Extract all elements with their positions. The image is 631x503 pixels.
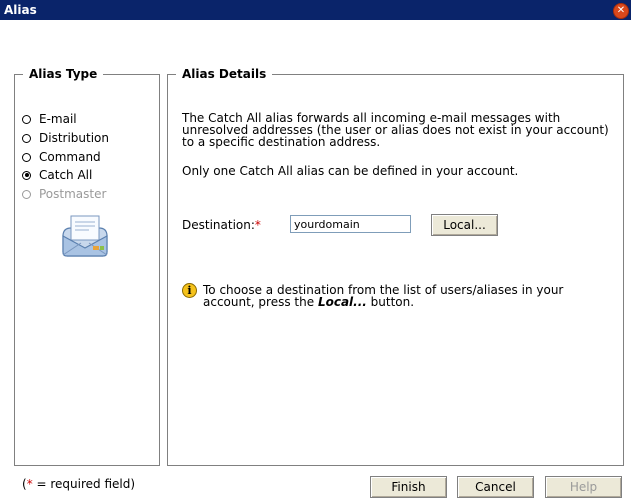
radio-command-indicator[interactable] <box>22 152 31 162</box>
radio-distribution[interactable]: Distribution <box>22 130 109 146</box>
local-button[interactable]: Local... <box>431 214 498 236</box>
destination-input[interactable] <box>290 215 411 233</box>
radio-catch-all-indicator[interactable] <box>22 170 31 180</box>
alias-type-heading: Alias Type <box>23 67 104 81</box>
radio-command-label[interactable]: Command <box>39 150 101 164</box>
radio-email-label[interactable]: E-mail <box>39 112 77 126</box>
radio-distribution-indicator[interactable] <box>22 133 31 143</box>
catch-all-note: Only one Catch All alias can be defined … <box>182 164 519 178</box>
destination-required-mark: * <box>254 218 261 232</box>
required-field-note: (* = required field) <box>22 478 135 491</box>
cancel-button[interactable]: Cancel <box>457 476 534 498</box>
alias-details-heading: Alias Details <box>176 67 273 81</box>
close-icon: ✕ <box>616 5 626 16</box>
radio-email-indicator[interactable] <box>22 114 31 124</box>
radio-catch-all-label[interactable]: Catch All <box>39 168 92 182</box>
radio-postmaster-indicator <box>22 189 31 199</box>
info-line-2-prefix: account, press the <box>203 295 318 309</box>
radio-postmaster: Postmaster <box>22 186 106 202</box>
help-button: Help <box>545 476 622 498</box>
info-line-2-emphasis: Local... <box>317 295 367 309</box>
mail-envelope-icon <box>62 215 108 257</box>
radio-postmaster-label: Postmaster <box>39 187 107 201</box>
info-line-2: account, press the Local... button. <box>203 296 414 309</box>
destination-label: Destination:* <box>182 219 261 232</box>
title-bar: Alias ✕ <box>0 0 631 20</box>
radio-distribution-label[interactable]: Distribution <box>39 131 109 145</box>
description-line-3: to a specific destination address. <box>182 135 381 149</box>
destination-label-text: Destination: <box>182 218 255 232</box>
finish-button[interactable]: Finish <box>370 476 447 498</box>
info-icon: i <box>182 283 197 298</box>
radio-catch-all[interactable]: Catch All <box>22 167 92 183</box>
required-note-text: = required field) <box>32 477 136 491</box>
window-title: Alias <box>4 3 37 17</box>
close-button[interactable]: ✕ <box>613 3 629 19</box>
radio-email[interactable]: E-mail <box>22 111 77 127</box>
radio-command[interactable]: Command <box>22 149 101 165</box>
info-line-2-suffix: button. <box>366 295 415 309</box>
